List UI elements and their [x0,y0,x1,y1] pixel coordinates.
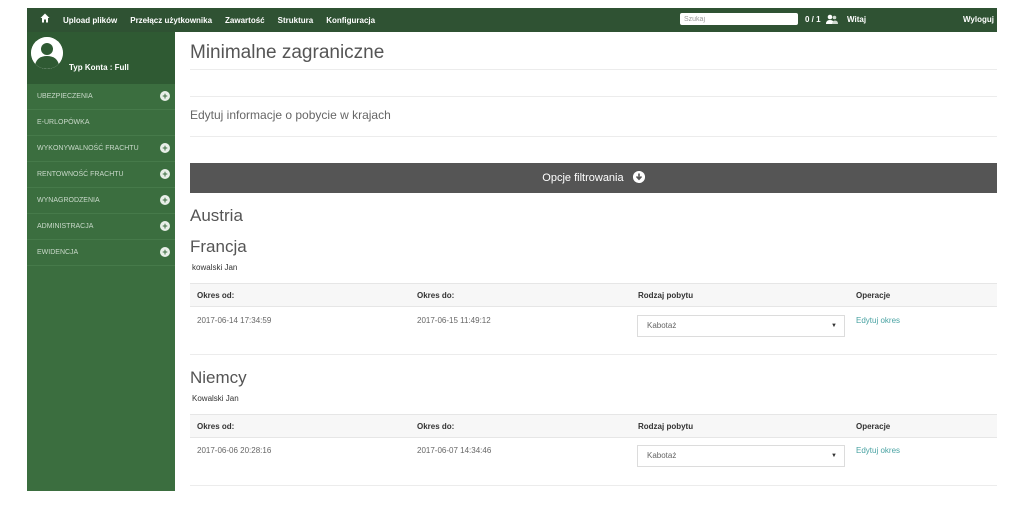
country-heading-germany: Niemcy [190,368,247,387]
chevron-down-icon: ▼ [831,453,837,459]
table-row: 2017-06-14 17:34:59 2017-06-15 11:49:12 … [190,308,997,352]
person-name: kowalski Jan [192,263,238,272]
user-profile: Typ Konta : Full [27,32,175,84]
column-header-operations: Operacje [856,291,891,300]
nav-configuration[interactable]: Konfiguracja [326,16,375,25]
sidebar-item-label: ADMINISTRACJA [37,223,94,230]
table-header: Okres od: Okres do: Rodzaj pobytu Operac… [190,283,997,307]
filter-options-toggle[interactable]: Opcje filtrowania [190,163,997,193]
sidebar-item-label: EWIDENCJA [37,249,79,256]
chevron-down-icon: ▼ [831,323,837,329]
logout-link[interactable]: Wyloguj [963,15,994,24]
expand-icon[interactable]: + [160,91,170,101]
sidebar-item-freight-execution[interactable]: WYKONYWALNOŚĆ FRACHTU + [27,136,175,162]
expand-icon[interactable]: + [160,143,170,153]
stay-type-select[interactable]: Kabotaż ▼ [637,315,845,337]
sidebar-item-records[interactable]: EWIDENCJA + [27,240,175,266]
period-from: 2017-06-06 20:28:16 [197,446,272,455]
stay-type-select[interactable]: Kabotaż ▼ [637,445,845,467]
users-icon[interactable] [826,14,838,25]
period-to: 2017-06-07 14:34:46 [417,446,492,455]
divider [190,69,997,70]
page-title: Minimalne zagraniczne [190,42,385,63]
sidebar-item-insurance[interactable]: UBEZPIECZENIA + [27,84,175,110]
sidebar-item-label: WYNAGRODZENIA [37,197,100,204]
expand-icon[interactable]: + [160,169,170,179]
top-navbar: Upload plików Przełącz użytkownika Zawar… [27,8,997,32]
nav-upload-files[interactable]: Upload plików [63,16,117,25]
column-header-to: Okres do: [417,291,455,300]
person-name: Kowalski Jan [192,394,239,403]
nav-switch-user[interactable]: Przełącz użytkownika [130,16,212,25]
column-header-from: Okres od: [197,422,235,431]
stay-type-value: Kabotaż [647,321,677,330]
sidebar-item-salaries[interactable]: WYNAGRODZENIA + [27,188,175,214]
top-nav-links: Upload plików Przełącz użytkownika Zawar… [63,8,375,32]
sidebar-item-administration[interactable]: ADMINISTRACJA + [27,214,175,240]
sidebar: Typ Konta : Full UBEZPIECZENIA + E-URLOP… [27,32,175,491]
sidebar-item-label: WYKONYWALNOŚĆ FRACHTU [37,145,139,152]
divider [190,354,997,355]
column-header-stay-type: Rodzaj pobytu [638,422,694,431]
sidebar-item-label: UBEZPIECZENIA [37,93,93,100]
stay-type-value: Kabotaż [647,451,677,460]
filter-options-label: Opcje filtrowania [542,172,624,184]
column-header-stay-type: Rodzaj pobytu [638,291,694,300]
welcome-text: Witaj [847,15,867,24]
divider [190,485,997,486]
page-subtitle: Edytuj informacje o pobycie w krajach [190,108,391,122]
country-heading-france: Francja [190,237,247,256]
sidebar-menu: UBEZPIECZENIA + E-URLOPÓWKA WYKONYWALNOŚ… [27,84,175,266]
sidebar-item-e-leave[interactable]: E-URLOPÓWKA [27,110,175,136]
user-avatar-icon [31,37,63,69]
sidebar-item-freight-profitability[interactable]: RENTOWNOŚĆ FRACHTU + [27,162,175,188]
column-header-to: Okres do: [417,422,455,431]
period-to: 2017-06-15 11:49:12 [417,316,491,325]
avatar [31,37,63,69]
divider [190,96,997,97]
table-row: 2017-06-06 20:28:16 2017-06-07 14:34:46 … [190,438,997,482]
expand-icon[interactable]: + [160,247,170,257]
edit-period-link[interactable]: Edytuj okres [856,316,900,325]
notification-counter: 0 / 1 [805,15,821,24]
edit-period-link[interactable]: Edytuj okres [856,446,900,455]
divider [190,136,997,137]
expand-icon[interactable]: + [160,195,170,205]
column-header-from: Okres od: [197,291,235,300]
sidebar-item-label: E-URLOPÓWKA [37,119,90,126]
search-input[interactable] [680,13,798,25]
arrow-down-circle-icon [632,171,645,184]
account-type: Typ Konta : Full [69,63,129,72]
sidebar-item-label: RENTOWNOŚĆ FRACHTU [37,171,124,178]
column-header-operations: Operacje [856,422,891,431]
expand-icon[interactable]: + [160,221,170,231]
nav-content[interactable]: Zawartość [225,16,265,25]
table-header: Okres od: Okres do: Rodzaj pobytu Operac… [190,414,997,438]
country-heading-austria: Austria [190,206,243,225]
nav-structure[interactable]: Struktura [278,16,314,25]
home-icon[interactable] [40,13,50,23]
period-from: 2017-06-14 17:34:59 [197,316,272,325]
